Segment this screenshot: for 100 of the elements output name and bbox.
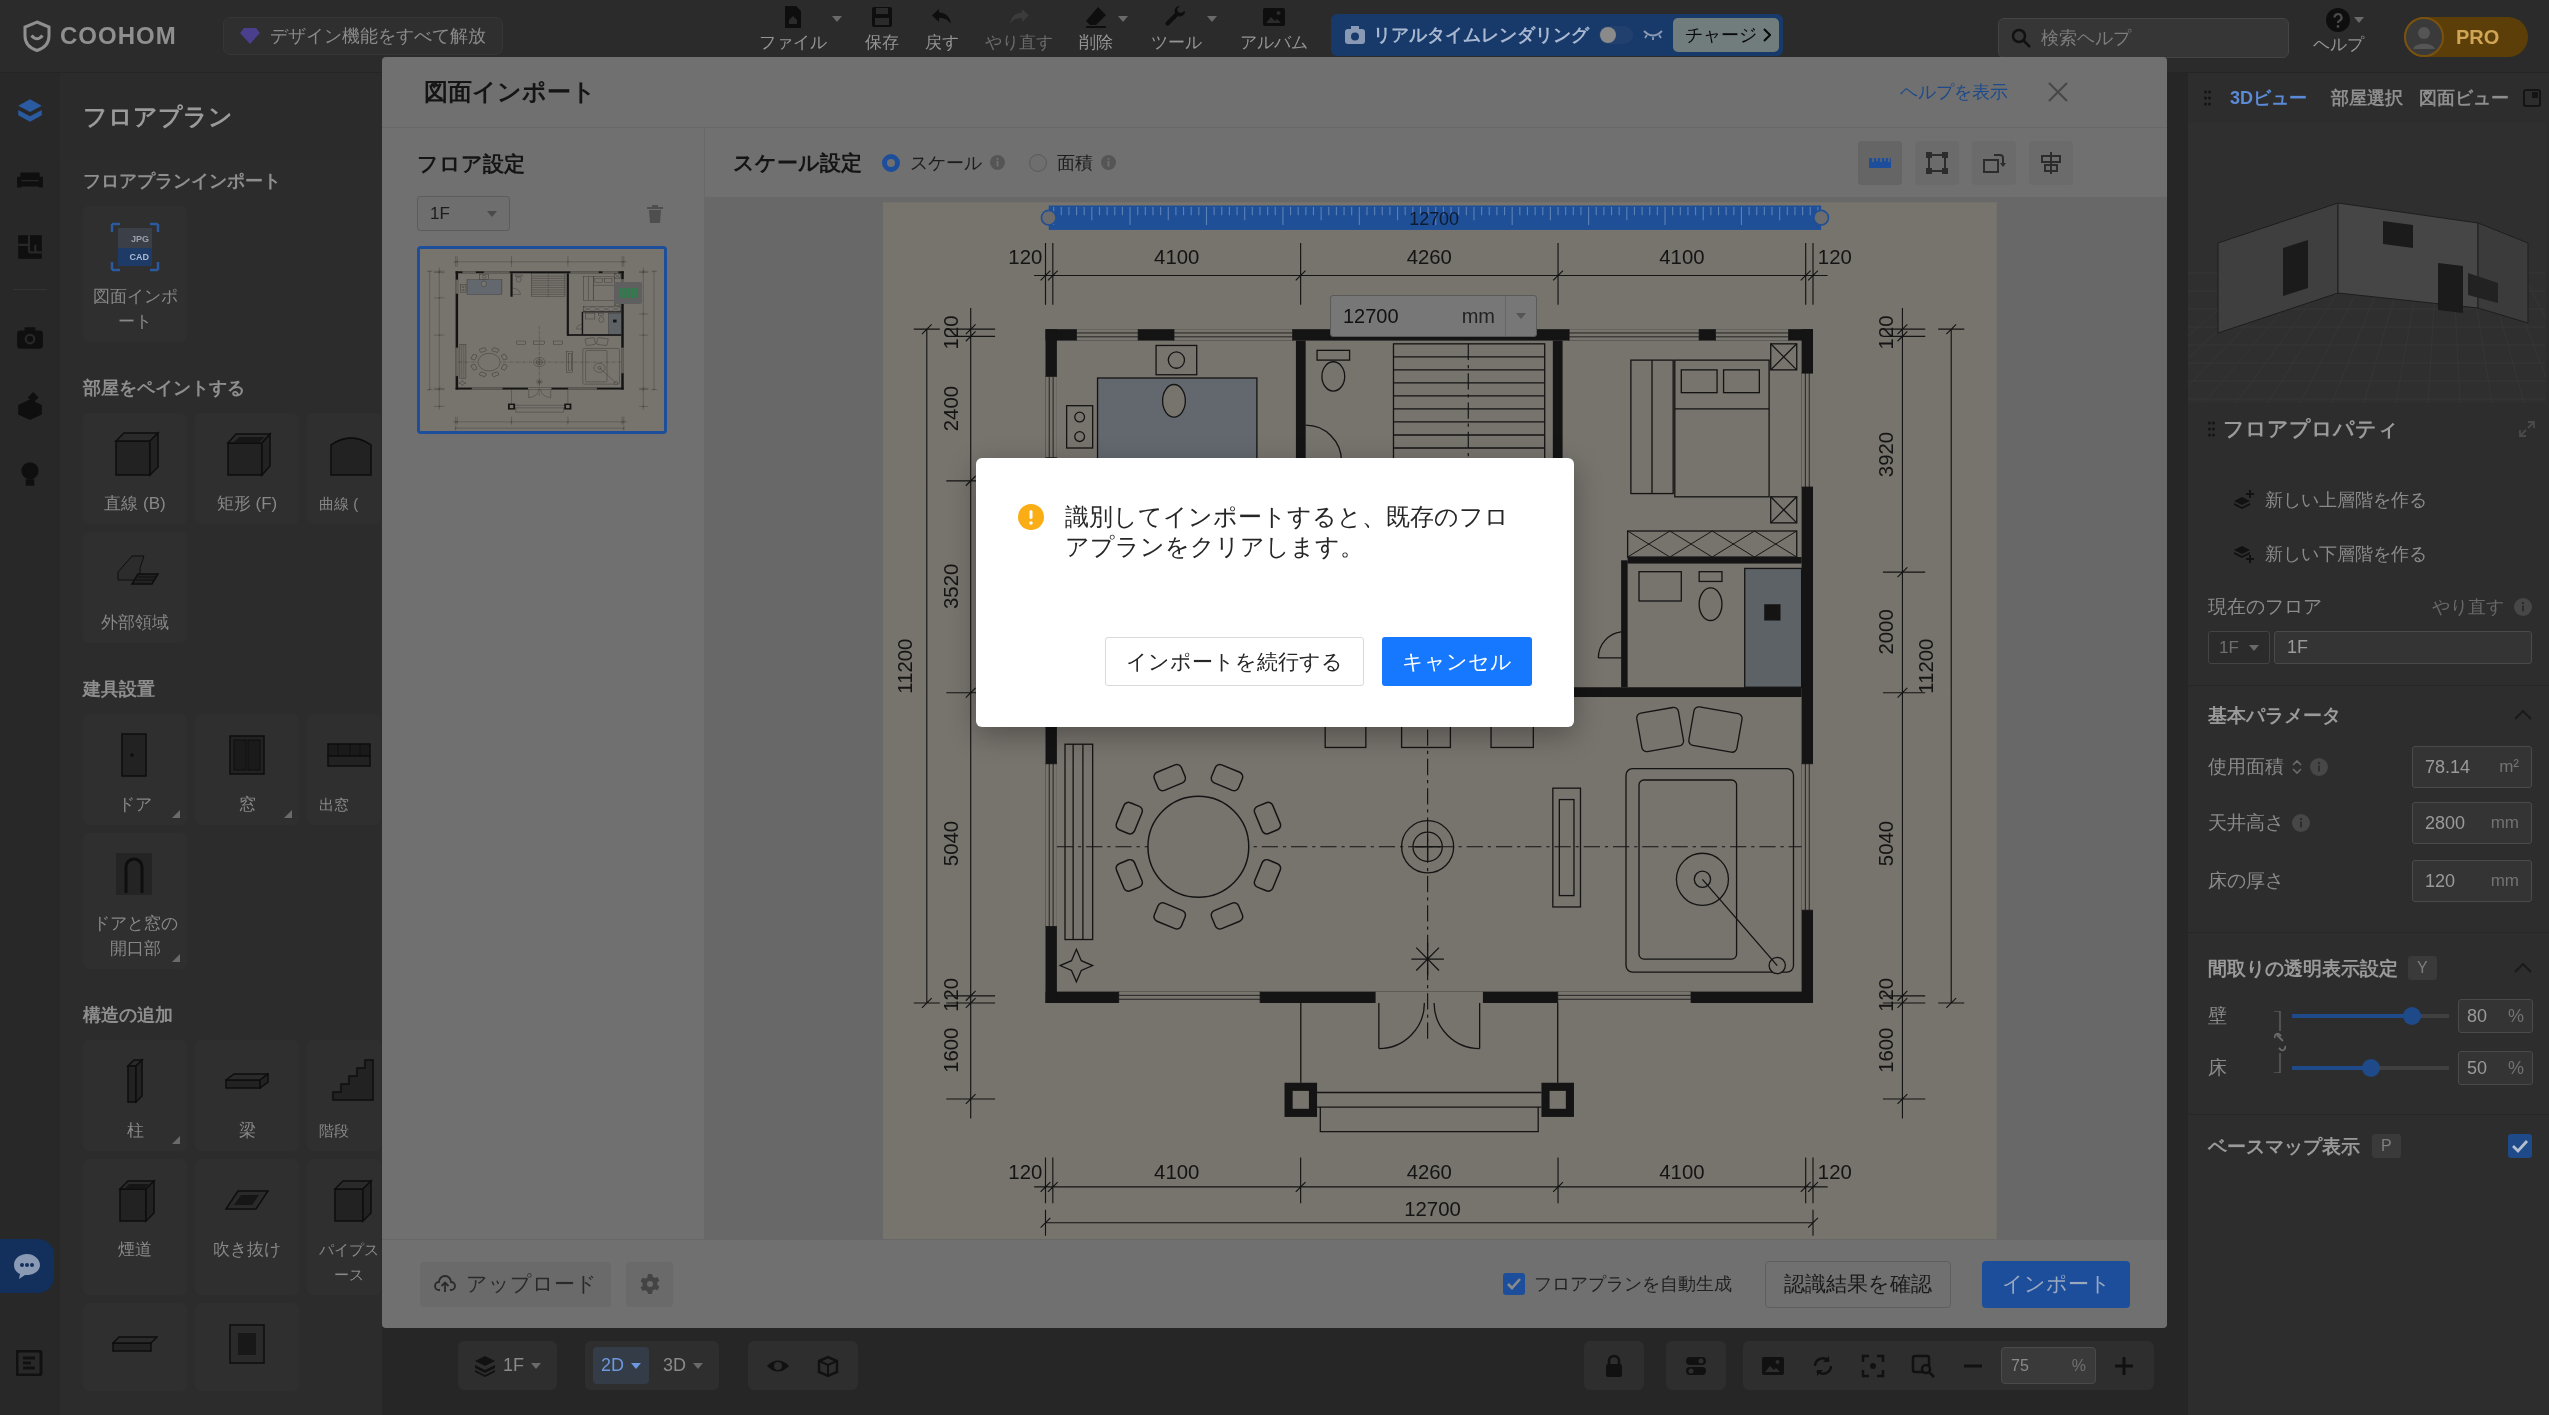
toolbar-button[interactable]: ファイル: [752, 0, 845, 51]
add-floor-button[interactable]: 新しい上層階を作る: [2188, 473, 2549, 527]
view-tab[interactable]: 3Dビュー: [2230, 86, 2307, 110]
dimension-label: 2400: [939, 386, 962, 432]
continue-import-button[interactable]: インポートを続行する: [1105, 637, 1364, 686]
percent-field[interactable]: 80 %: [2458, 999, 2533, 1033]
slider-thumb[interactable]: [2361, 1059, 2380, 1077]
settings-button[interactable]: [626, 1261, 673, 1307]
toolbar-button[interactable]: 保存: [858, 0, 905, 51]
floor-select[interactable]: 1F: [2208, 631, 2270, 664]
search-input[interactable]: 検索ヘルプ: [2031, 19, 2288, 57]
link-icon[interactable]: [2272, 1011, 2288, 1073]
number-field[interactable]: 120 mm: [2412, 860, 2532, 902]
section-title: フロアプランインポート: [83, 171, 281, 191]
layers-icon: [474, 1354, 496, 1377]
expand-icon[interactable]: [2519, 421, 2535, 437]
slider-label: 床: [2208, 1056, 2228, 1080]
chat-button[interactable]: [0, 1239, 54, 1293]
avatar-icon: [2404, 17, 2444, 57]
floor-plan-icon[interactable]: [15, 232, 45, 262]
close-icon[interactable]: [2047, 81, 2069, 103]
dock-icon[interactable]: [2523, 89, 2541, 107]
radio-button[interactable]: [882, 153, 900, 172]
box-icon[interactable]: [15, 391, 45, 421]
dimension-label: 4100: [1154, 1160, 1200, 1183]
number-field[interactable]: 78.14 m²: [2412, 746, 2532, 788]
dimension-label: 3920: [1874, 431, 1897, 478]
help-button[interactable]: ヘルプ: [2312, 8, 2364, 53]
tag-icon: [614, 282, 642, 304]
dimension-label: 1600: [1874, 1027, 1897, 1073]
radio-label[interactable]: 面積: [1057, 150, 1093, 175]
zoom-input[interactable]: 75: [2002, 1348, 2062, 1383]
view-tab[interactable]: 部屋選択: [2331, 86, 2403, 110]
review-button[interactable]: 認識結果を確認: [1765, 1260, 1951, 1308]
dimension-label: 12700: [1404, 1198, 1461, 1221]
import-button[interactable]: インポート: [1982, 1260, 2130, 1308]
drag-handle-icon[interactable]: [2204, 90, 2211, 106]
toolbar-button[interactable]: ツール: [1144, 0, 1220, 51]
caret-icon: [1516, 313, 1526, 319]
realtime-render-button[interactable]: リアルタイムレンダリング: [1344, 23, 1589, 47]
floor-name-field[interactable]: 1F: [2274, 631, 2532, 664]
tool-button[interactable]: [1915, 140, 1959, 185]
tool-button[interactable]: [1858, 140, 1902, 185]
logo-text: COOHOM: [60, 21, 177, 51]
number-input[interactable]: 78.14: [2413, 747, 2485, 787]
focus-icon[interactable]: [1861, 1353, 1885, 1378]
length-field[interactable]: 12700 mm: [1330, 295, 1537, 337]
length-input[interactable]: 12700: [1331, 296, 1441, 336]
drag-handle-icon[interactable]: [2208, 421, 2215, 437]
add-floor-button[interactable]: 新しい下層階を作る: [2188, 527, 2549, 581]
checkbox-label[interactable]: フロアプランを自動生成: [1534, 1272, 1732, 1296]
dimension-label: 4260: [1406, 246, 1452, 269]
tool-button[interactable]: [2029, 140, 2073, 185]
floor-select[interactable]: 1F: [417, 196, 510, 231]
zoom-search-icon[interactable]: [1911, 1353, 1935, 1378]
percent-field[interactable]: 50 %: [2458, 1051, 2533, 1085]
search-icon: [2011, 28, 2031, 48]
toolbar-button[interactable]: アルバム: [1233, 0, 1314, 51]
toolbar-button[interactable]: 戻す: [918, 0, 965, 51]
trash-icon[interactable]: [647, 204, 663, 223]
file-type-label: JPG: [131, 234, 149, 244]
sort-icon[interactable]: [2292, 759, 2302, 775]
eraser-icon: [1083, 5, 1108, 29]
zoom-field[interactable]: 75 %: [2001, 1347, 2096, 1384]
cube-icon[interactable]: [816, 1353, 841, 1378]
percent-input[interactable]: 80: [2459, 1000, 2501, 1032]
number-field[interactable]: 2800 mm: [2412, 802, 2532, 844]
eye-off-icon[interactable]: [1642, 29, 1663, 41]
dimension-label: 120: [1008, 1160, 1043, 1183]
view-mode-button[interactable]: 2D: [593, 1347, 650, 1384]
info-icon: [990, 155, 1005, 170]
cancel-button[interactable]: キャンセル: [1382, 637, 1532, 686]
radio-label[interactable]: スケール: [910, 150, 982, 175]
caret-icon: [631, 1362, 642, 1369]
search-field[interactable]: 検索ヘルプ: [1998, 18, 2289, 58]
view-mode-button[interactable]: 3D: [655, 1347, 712, 1384]
unlock-features-button[interactable]: デザイン機能をすべて解放: [222, 17, 503, 55]
logo-icon[interactable]: [22, 20, 52, 52]
render-toggle[interactable]: [1598, 26, 1633, 44]
panel-title: フロアプラン: [83, 102, 233, 132]
info-icon: [2514, 598, 2532, 616]
charge-button[interactable]: チャージ: [1672, 18, 1779, 52]
tool-button[interactable]: [1972, 140, 2016, 185]
number-input[interactable]: 2800: [2413, 803, 2485, 843]
toolbar-button[interactable]: 削除: [1072, 0, 1131, 51]
scale-ruler[interactable]: [1040, 205, 1830, 230]
save-icon: [869, 5, 894, 29]
upload-button[interactable]: アップロード: [420, 1261, 611, 1307]
caret-icon: [487, 210, 497, 217]
section-title: 構造の追加: [83, 1005, 173, 1025]
number-input[interactable]: 120: [2413, 861, 2485, 901]
field-label: 天井高さ: [2208, 811, 2284, 835]
warning-icon: [1018, 504, 1044, 530]
account-button[interactable]: PRO: [2404, 17, 2528, 57]
checkbox[interactable]: [2508, 1134, 2532, 1158]
view-tab[interactable]: 図面ビュー: [2419, 86, 2509, 110]
slider-thumb[interactable]: [2403, 1007, 2422, 1025]
dimension-label: 4100: [1659, 1160, 1705, 1183]
checkbox[interactable]: [1503, 1273, 1525, 1295]
percent-input[interactable]: 50: [2459, 1052, 2501, 1084]
